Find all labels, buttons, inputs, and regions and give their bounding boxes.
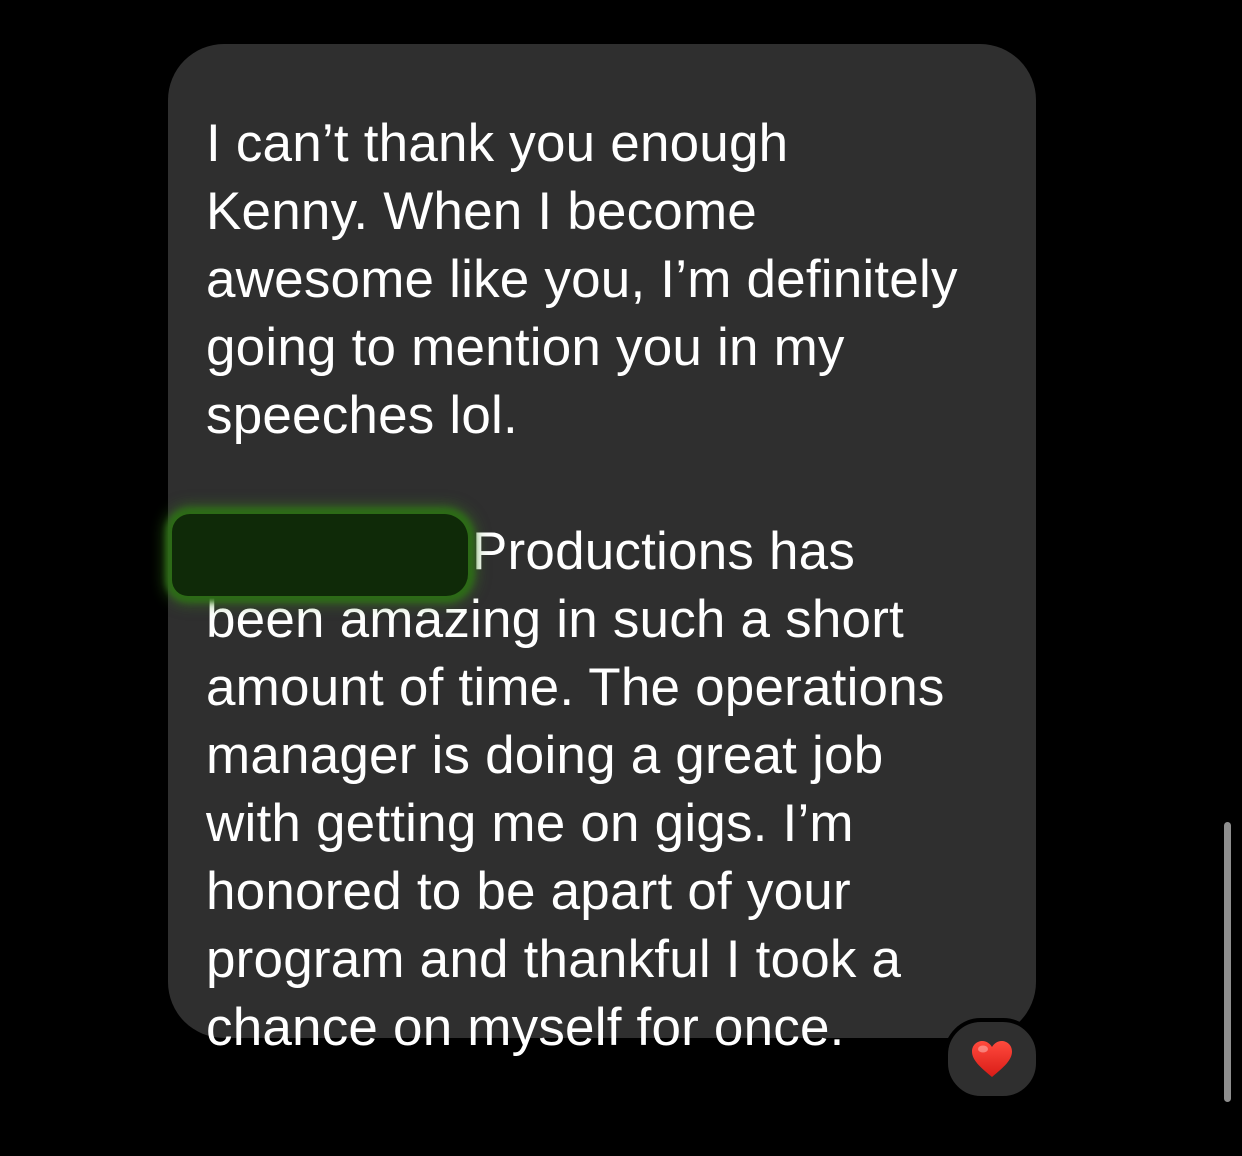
message-line: manager is doing a great job <box>206 726 884 785</box>
message-line: going to mention you in my <box>206 318 845 377</box>
message-text: I can’t thank you enough Kenny. When I b… <box>172 110 1006 1062</box>
paragraph-break <box>206 450 1006 518</box>
message-line: awesome like you, I’m definitely <box>206 250 958 309</box>
message-line: Kenny. When I become <box>206 182 757 241</box>
message-line-text: Productions has <box>472 522 856 581</box>
message-line: been amazing in such a short <box>206 590 904 649</box>
conversation-screen: I can’t thank you enough Kenny. When I b… <box>0 0 1242 1156</box>
message-line: amount of time. The operations <box>206 658 945 717</box>
message-line: chance on myself for once. <box>206 998 845 1057</box>
message-line: program and thankful I took a <box>206 930 902 989</box>
heart-icon <box>972 1041 1012 1077</box>
scrollbar[interactable] <box>1224 822 1231 1102</box>
received-message-bubble[interactable]: I can’t thank you enough Kenny. When I b… <box>168 44 1036 1057</box>
message-line: I can’t thank you enough <box>206 114 789 173</box>
redaction-scribble <box>172 514 468 596</box>
message-line: with getting me on gigs. I’m <box>206 794 854 853</box>
message-line: honored to be apart of your <box>206 862 851 921</box>
heart-reaction-badge[interactable] <box>944 1018 1040 1100</box>
message-line: speeches lol. <box>206 386 518 445</box>
message-line: Productions has <box>172 514 1006 596</box>
redacted-name <box>172 514 472 596</box>
